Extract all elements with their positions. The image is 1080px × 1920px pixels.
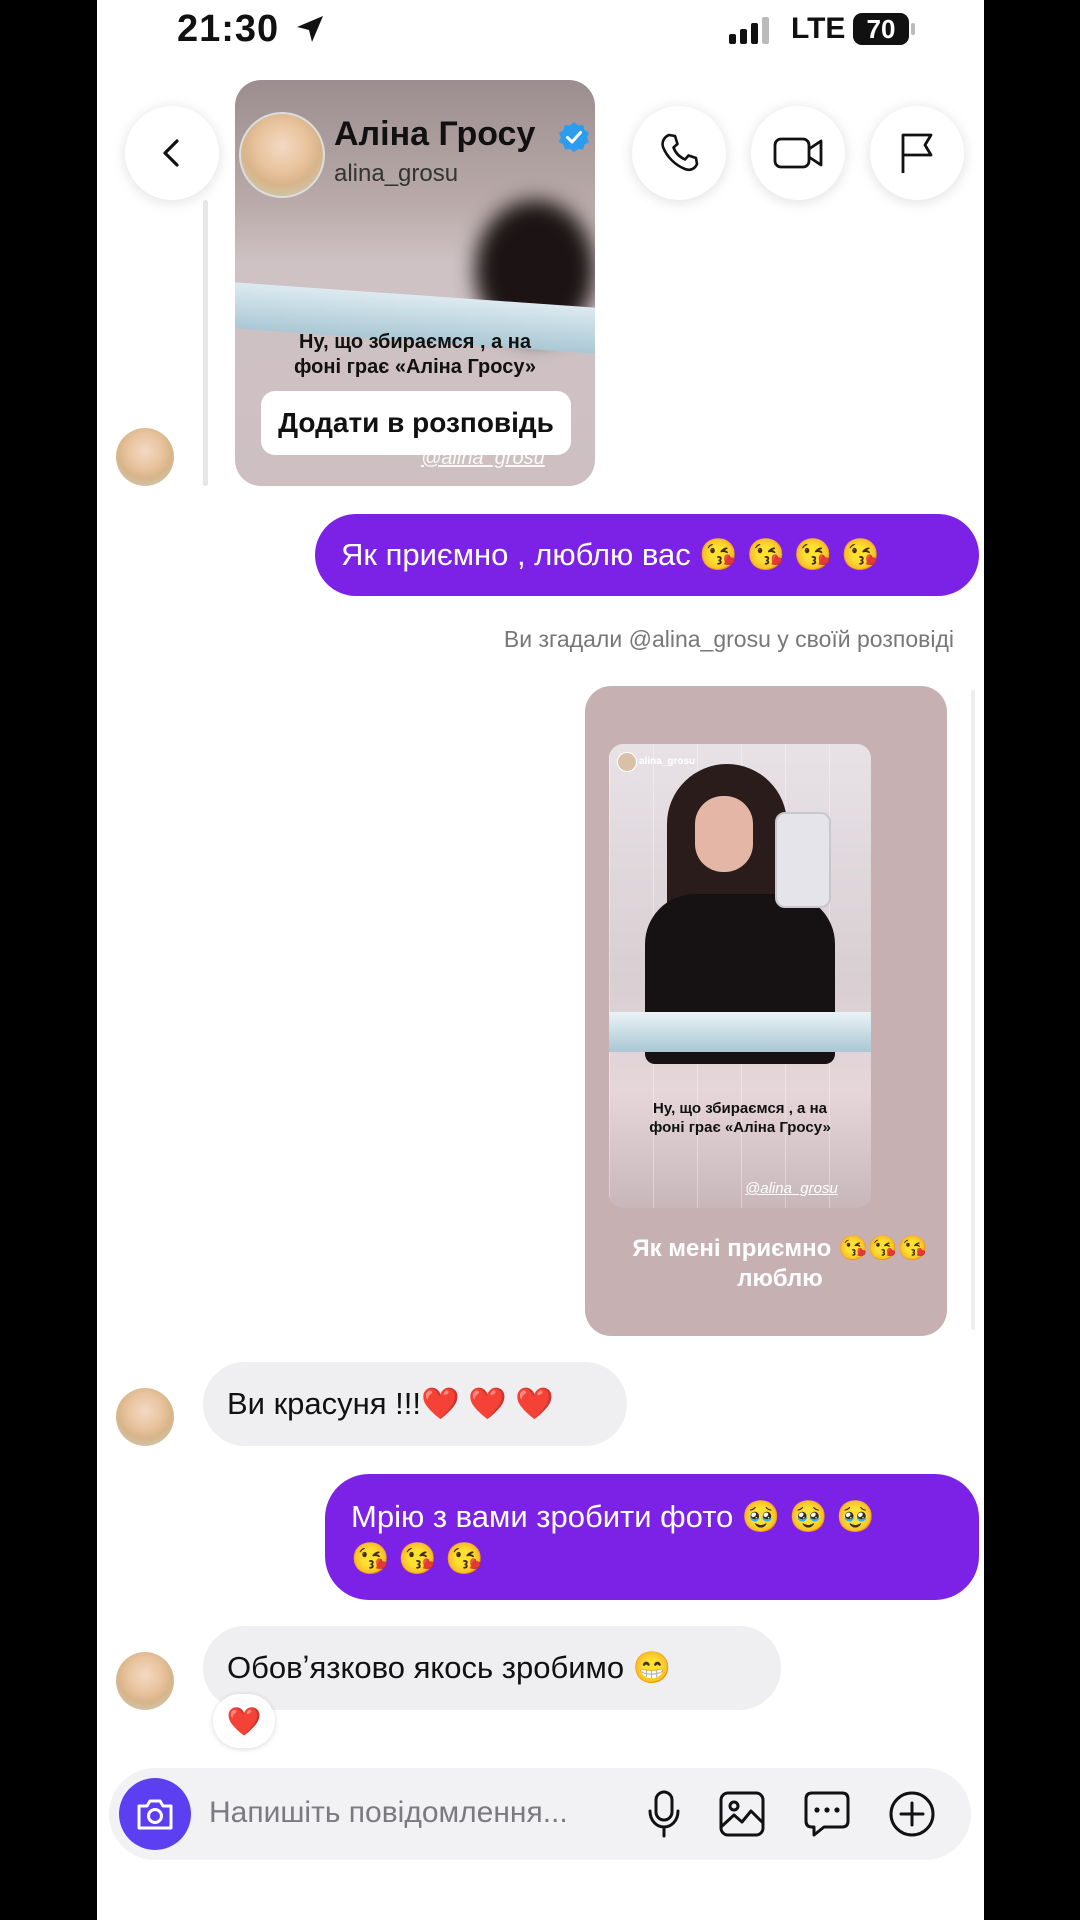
photo-phone	[775, 812, 831, 908]
story-thumbnail[interactable]: alina_grosu Ну, що збираємся , а на фоні…	[609, 744, 871, 1208]
outgoing-message[interactable]: Мрію з вами зробити фото 🥹 🥹 🥹 😘 😘 😘	[325, 1474, 979, 1600]
chevron-left-icon	[163, 139, 179, 167]
story-note-line-2: люблю	[737, 1265, 823, 1292]
audio-call-button[interactable]	[632, 106, 726, 200]
sender-avatar[interactable]	[116, 1652, 174, 1710]
flag-icon	[901, 133, 933, 173]
incoming-message[interactable]: Обовʼязково якось зробимо 😁	[203, 1626, 781, 1710]
video-camera-icon	[773, 137, 823, 169]
scroll-indicator	[971, 690, 975, 1330]
camera-button[interactable]	[119, 1778, 191, 1850]
contact-avatar[interactable]	[239, 112, 325, 198]
chat-dots-icon	[804, 1791, 850, 1837]
message-line-1: Мрію з вами зробити фото 🥹 🥹 🥹	[351, 1499, 875, 1534]
gallery-button[interactable]	[714, 1786, 770, 1842]
sender-avatar[interactable]	[116, 428, 174, 486]
heart-reaction[interactable]: ❤️	[213, 1694, 275, 1748]
location-arrow-icon	[297, 16, 323, 42]
sender-avatar[interactable]	[116, 1388, 174, 1446]
sticker-button[interactable]	[799, 1786, 855, 1842]
more-options-button[interactable]	[884, 1786, 940, 1842]
network-type: LTE	[791, 12, 846, 45]
microphone-button[interactable]	[636, 1786, 692, 1842]
story-caption: Ну, що збираємся , а на фоні грає «Аліна…	[619, 1100, 861, 1138]
story-note-line-1: Як мені приємно 😘😘😘	[632, 1235, 928, 1262]
microphone-icon	[648, 1790, 680, 1838]
incoming-message[interactable]: Ви красуня !!!❤️ ❤️ ❤️	[203, 1362, 627, 1446]
story-caption: Ну, що збираємся , а на фоні грає «Аліна…	[255, 330, 575, 380]
add-to-story-button[interactable]: Додати в розповідь	[261, 391, 571, 455]
message-input[interactable]: Напишіть повідомлення...	[209, 1796, 568, 1830]
video-call-button[interactable]	[751, 106, 845, 200]
story-caption-line-1: Ну, що збираємся , а на	[653, 1100, 827, 1117]
clock: 21:30	[177, 8, 280, 50]
photo-subject-face	[695, 796, 753, 872]
contact-username: alina_grosu	[334, 160, 459, 187]
contact-name[interactable]: Аліна Гросу	[334, 115, 535, 154]
plus-circle-icon	[889, 1791, 935, 1837]
story-caption-line-2: фоні грає «Аліна Гросу»	[293, 356, 537, 378]
story-note: Як мені приємно 😘😘😘 люблю	[625, 1234, 935, 1294]
chat-screen: Ну, що збираємся , а на фоні грає «Аліна…	[97, 0, 984, 1920]
story-caption-line-1: Ну, що збираємся , а на	[299, 331, 531, 353]
story-mention-tag: @alina_grosu	[421, 447, 545, 469]
photo-mirror	[609, 1012, 871, 1052]
reply-indicator-line	[203, 200, 208, 486]
report-button[interactable]	[870, 106, 964, 200]
message-line-2: 😘 😘 😘	[351, 1541, 485, 1576]
story-mention-tag: @alina_grosu	[745, 1180, 838, 1197]
camera-icon	[137, 1799, 173, 1830]
mention-notice: Ви згадали @alina_grosu у своїй розповід…	[503, 626, 954, 652]
battery-icon: 70	[853, 13, 915, 45]
story-author-name: alina_grosu	[639, 756, 696, 767]
status-bar: 21:30 LTE 70	[97, 0, 984, 60]
shared-story-card[interactable]: alina_grosu Ну, що збираємся , а на фоні…	[585, 686, 947, 1336]
image-icon	[719, 1791, 765, 1837]
story-caption-line-2: фоні грає «Аліна Гросу»	[649, 1118, 831, 1136]
phone-icon	[661, 133, 699, 172]
story-author-avatar	[617, 752, 637, 772]
message-composer: Напишіть повідомлення...	[109, 1768, 971, 1860]
verified-badge-icon	[559, 122, 589, 152]
back-button[interactable]	[125, 106, 219, 200]
outgoing-message[interactable]: Як приємно , люблю вас 😘 😘 😘 😘	[315, 514, 979, 596]
